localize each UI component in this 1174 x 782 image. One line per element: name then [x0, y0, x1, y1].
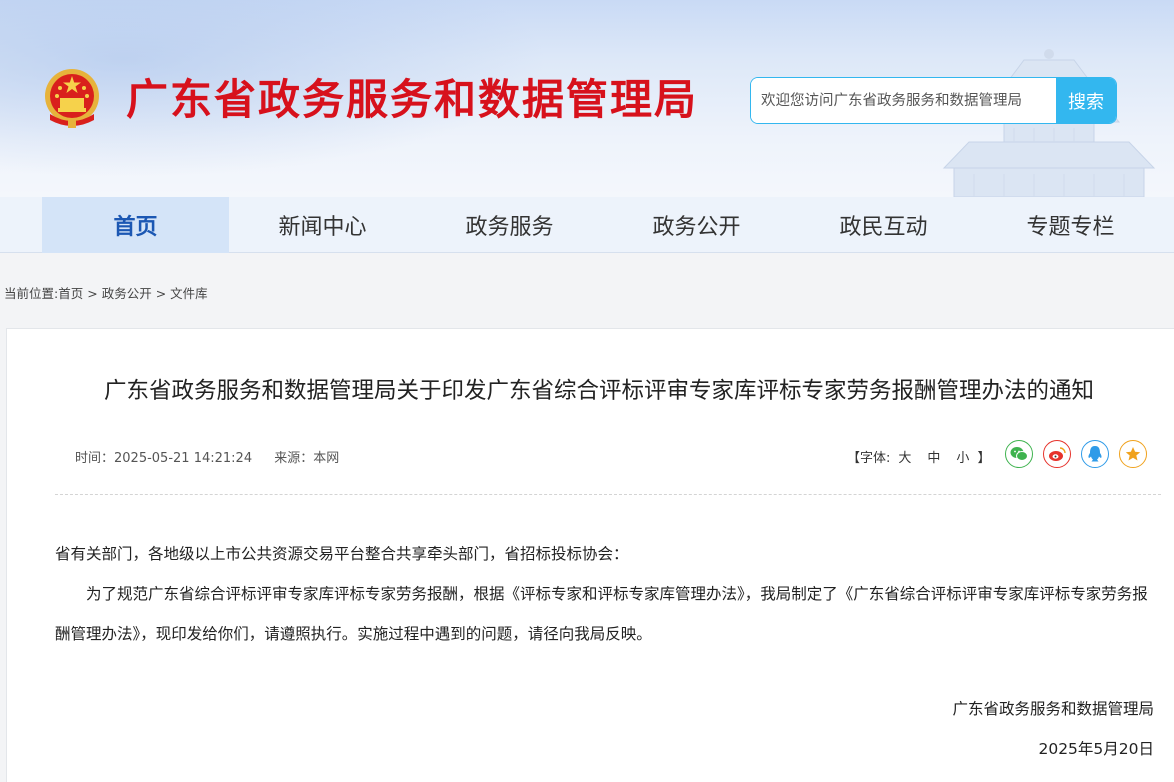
font-size-switcher: 【字体: 大 中 小】 [847, 447, 990, 466]
font-size-label: 【字体: [847, 451, 891, 466]
search-input[interactable] [751, 78, 1056, 123]
publish-time: 时间：2025-05-21 14:21:24 [75, 451, 252, 466]
nav-item-special-topics[interactable]: 专题专栏 [977, 197, 1164, 253]
article-title: 广东省政务服务和数据管理局关于印发广东省综合评标评审专家库评标专家劳务报酬管理办… [103, 378, 1094, 404]
breadcrumb: 当前位置:首页 > 政务公开 > 文件库 [4, 283, 208, 302]
breadcrumb-public-info[interactable]: 政务公开 [102, 286, 152, 301]
main-nav: 首页 新闻中心 政务服务 政务公开 政民互动 专题专栏 [0, 197, 1174, 253]
nav-item-home[interactable]: 首页 [42, 197, 229, 253]
breadcrumb-file-library[interactable]: 文件库 [170, 286, 208, 301]
article-container: 广东省政务服务和数据管理局关于印发广东省综合评标评审专家库评标专家劳务报酬管理办… [6, 328, 1174, 782]
national-emblem-icon [45, 69, 99, 128]
font-size-medium[interactable]: 中 [927, 451, 940, 466]
time-value: 2025-05-21 14:21:24 [114, 451, 253, 466]
nav-item-news[interactable]: 新闻中心 [229, 197, 416, 253]
breadcrumb-home[interactable]: 首页 [58, 286, 83, 301]
nav-item-public-info[interactable]: 政务公开 [603, 197, 790, 253]
search-box: 搜索 [750, 77, 1117, 124]
article-meta: 时间：2025-05-21 14:21:24 来源：本网 [75, 447, 357, 466]
site-title: 广东省政务服务和数据管理局 [126, 75, 699, 124]
favorite-icon[interactable] [1119, 440, 1147, 468]
weibo-icon[interactable] [1043, 440, 1071, 468]
breadcrumb-separator: > [87, 286, 98, 301]
article-paragraph: 为了规范广东省综合评标评审专家库评标专家劳务报酬，根据《评标专家和评标专家库管理… [55, 585, 1148, 643]
wechat-icon[interactable] [1005, 440, 1033, 468]
article-salutation: 省有关部门，各地级以上市公共资源交易平台整合共享牵头部门，省招标投标协会： [55, 545, 629, 563]
breadcrumb-separator: > [155, 286, 167, 301]
site-header: 广东省政务服务和数据管理局 搜索 [0, 0, 1174, 197]
meta-divider [55, 494, 1161, 495]
nav-item-services[interactable]: 政务服务 [416, 197, 603, 253]
font-size-small[interactable]: 小 [956, 451, 969, 466]
article-source: 来源：本网 [274, 451, 339, 466]
time-label: 时间： [75, 451, 115, 466]
source-label: 来源： [274, 451, 314, 466]
font-size-large[interactable]: 大 [898, 451, 911, 466]
source-value: 本网 [313, 451, 340, 466]
breadcrumb-prefix: 当前位置: [4, 286, 59, 301]
nav-item-interaction[interactable]: 政民互动 [790, 197, 977, 253]
article-signature-block: 广东省政务服务和数据管理局 2025年5月20日 [952, 689, 1154, 769]
share-buttons [1005, 440, 1147, 468]
qq-icon[interactable] [1081, 440, 1109, 468]
article-signature: 广东省政务服务和数据管理局 [952, 700, 1154, 718]
article-date: 2025年5月20日 [1038, 740, 1154, 758]
article-body: 省有关部门，各地级以上市公共资源交易平台整合共享牵头部门，省招标投标协会： 为了… [55, 534, 1161, 654]
font-size-close: 】 [977, 451, 991, 466]
search-button[interactable]: 搜索 [1056, 78, 1116, 123]
